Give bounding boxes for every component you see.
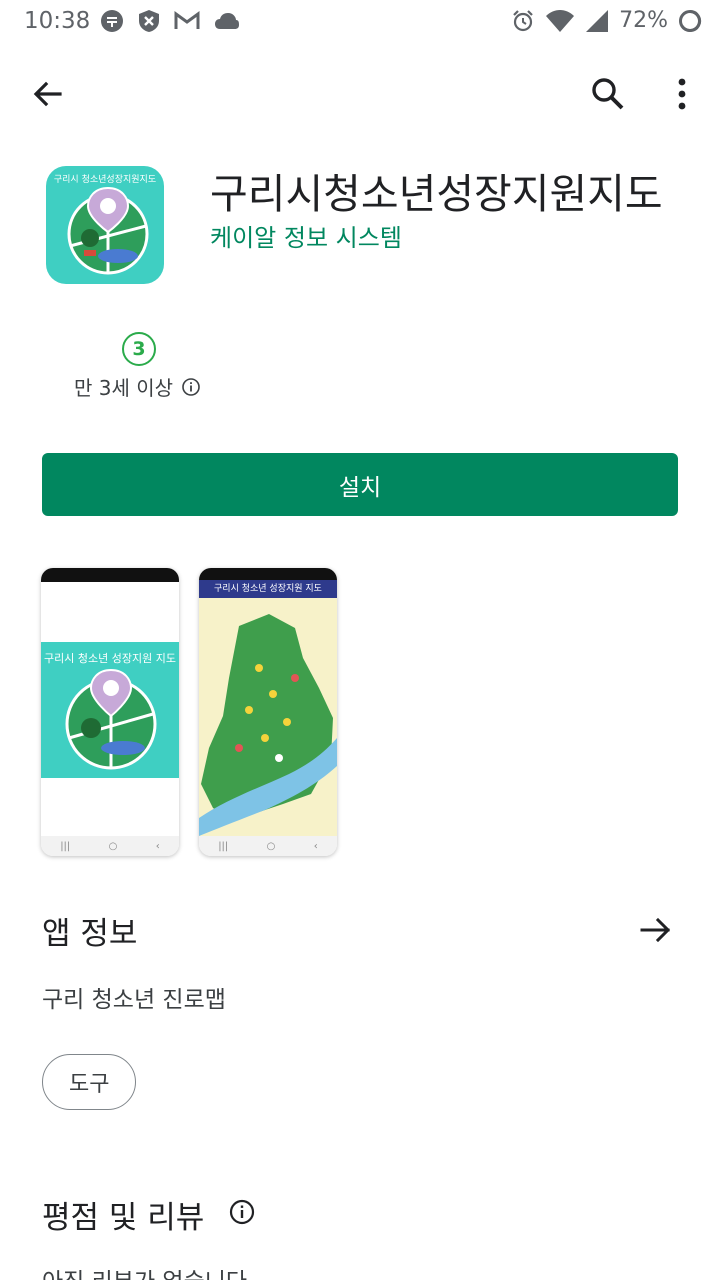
ratings-info-button[interactable]	[228, 1198, 256, 1226]
alarm-icon	[513, 9, 533, 31]
cloud-icon	[215, 13, 239, 29]
more-options-button[interactable]	[664, 72, 700, 116]
about-app-title[interactable]: 앱 정보	[42, 908, 137, 953]
wifi-icon	[546, 9, 575, 32]
about-app-button[interactable]	[636, 910, 676, 950]
arrow-forward-icon	[640, 917, 671, 943]
category-chip[interactable]: 도구	[42, 1054, 137, 1110]
screenshot-navbar: ||| ○ ‹	[199, 836, 337, 856]
status-bar: 10:38 72%	[0, 0, 720, 44]
arrow-back-icon	[33, 81, 62, 107]
notification-icon	[101, 10, 123, 32]
app-bar	[0, 60, 720, 124]
info-icon	[229, 1199, 255, 1225]
battery-icon	[679, 9, 702, 32]
battery-percent: 72%	[619, 8, 668, 33]
back-button[interactable]	[28, 74, 68, 114]
screenshot-2-title: 구리시 청소년 성장지원 지도	[199, 580, 337, 598]
content-rating-row[interactable]: 만 3세 이상	[74, 372, 201, 401]
no-reviews-text: 아직 리뷰가 없습니다	[42, 1262, 247, 1280]
content-rating-label: 만 3세 이상	[74, 376, 174, 400]
screenshot-banner: 구리시 청소년 성장지원 지도	[41, 642, 179, 778]
developer-link[interactable]: 케이알 정보 시스템	[210, 218, 402, 253]
app-description: 구리 청소년 진로맵	[42, 987, 226, 1013]
ratings-title: 평점 및 리뷰	[42, 1200, 205, 1236]
screenshot-2[interactable]: 구리시 청소년 성장지원 지도 ||| ○ ‹	[199, 568, 337, 856]
shield-icon	[139, 10, 159, 32]
content-rating-badge: 3	[122, 332, 156, 366]
screenshot-map	[199, 598, 337, 836]
app-icon: 구리시 청소년성장지원지도	[46, 166, 164, 284]
screenshot-statusbar	[41, 568, 179, 582]
more-vert-icon	[678, 78, 686, 110]
search-icon	[592, 78, 624, 110]
install-button[interactable]: 설치	[42, 453, 678, 516]
signal-icon	[586, 9, 609, 32]
search-button[interactable]	[586, 72, 630, 116]
screenshot-navbar: ||| ○ ‹	[41, 836, 179, 856]
app-icon-text: 구리시 청소년성장지원지도	[54, 174, 156, 185]
status-notification-icons	[100, 9, 240, 33]
app-title: 구리시청소년성장지원지도	[210, 170, 663, 218]
status-time: 10:38	[24, 8, 91, 34]
status-system-icons: 72%	[511, 8, 702, 33]
info-icon	[182, 377, 200, 396]
screenshot-1[interactable]: 구리시 청소년 성장지원 지도 ||| ○ ‹	[41, 568, 179, 856]
gmail-icon	[174, 11, 200, 29]
